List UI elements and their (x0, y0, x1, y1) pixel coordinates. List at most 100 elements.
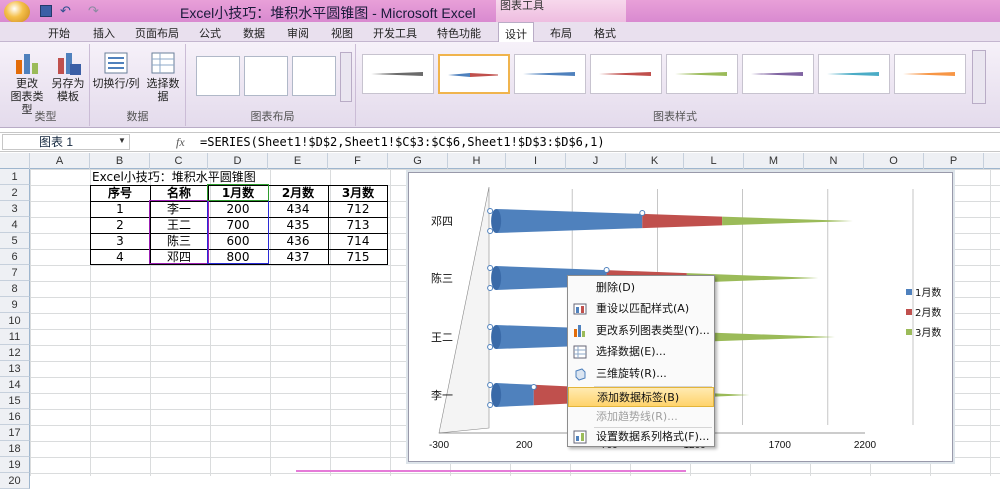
tab-formulas[interactable]: 公式 (198, 25, 222, 41)
table-cell[interactable]: 712 (328, 201, 388, 217)
column-header[interactable]: F (328, 153, 388, 169)
chart-style-8[interactable] (894, 54, 966, 94)
menu-item-change-series-chart-type[interactable]: 更改系列图表类型(Y)... (568, 321, 714, 341)
row-header[interactable]: 2 (0, 185, 30, 201)
menu-item-delete[interactable]: 删除(D) (568, 278, 714, 298)
switch-row-column-button[interactable]: 切换行/列 (92, 50, 140, 91)
table-cell[interactable]: 436 (268, 233, 328, 249)
tab-format[interactable]: 格式 (592, 25, 618, 41)
column-header[interactable]: K (626, 153, 684, 169)
column-header[interactable]: D (208, 153, 268, 169)
column-header[interactable]: N (804, 153, 864, 169)
row-header[interactable]: 7 (0, 265, 30, 281)
table-cell[interactable]: 435 (268, 217, 328, 233)
tab-special[interactable]: 特色功能 (436, 25, 482, 41)
formula-input[interactable]: =SERIES(Sheet1!$D$2,Sheet1!$C$3:$C$6,She… (200, 135, 605, 149)
tab-page-layout[interactable]: 页面布局 (134, 25, 180, 41)
column-header[interactable]: O (864, 153, 924, 169)
table-cell[interactable]: 3 (90, 233, 150, 249)
chart-style-2[interactable] (438, 54, 510, 94)
column-header[interactable]: I (506, 153, 566, 169)
row-header[interactable]: 20 (0, 473, 30, 489)
tab-insert[interactable]: 插入 (90, 25, 118, 41)
row-header[interactable]: 9 (0, 297, 30, 313)
column-header[interactable]: E (268, 153, 328, 169)
row-header[interactable]: 10 (0, 313, 30, 329)
select-data-button[interactable]: 选择数据 (142, 50, 184, 104)
row-header[interactable]: 18 (0, 441, 30, 457)
tab-data[interactable]: 数据 (242, 25, 266, 41)
row-header[interactable]: 3 (0, 201, 30, 217)
tab-design[interactable]: 设计 (498, 22, 534, 42)
tab-layout[interactable]: 布局 (548, 25, 574, 41)
change-chart-type-button[interactable]: 更改 图表类型 (6, 50, 48, 117)
table-header[interactable]: 2月数 (268, 185, 328, 201)
table-header[interactable]: 序号 (90, 185, 150, 201)
menu-item-add-data-labels[interactable]: 添加数据标签(B) (568, 387, 714, 407)
menu-item-select-data[interactable]: 选择数据(E)... (568, 342, 714, 362)
table-cell[interactable]: 714 (328, 233, 388, 249)
select-all-corner[interactable] (0, 153, 30, 169)
menu-item-3d-rotation[interactable]: 三维旋转(R)... (568, 364, 714, 384)
office-button[interactable] (4, 1, 30, 23)
sheet-title[interactable]: Excel小技巧：堆积水平圆锥图 (92, 169, 272, 185)
save-as-template-button[interactable]: 另存为 模板 (48, 50, 88, 104)
row-header[interactable]: 6 (0, 249, 30, 265)
row-header[interactable]: 13 (0, 361, 30, 377)
layout-gallery-scroll[interactable] (340, 52, 352, 102)
column-header[interactable]: J (566, 153, 626, 169)
menu-item-reset-style[interactable]: 重设以匹配样式(A) (568, 299, 714, 319)
column-header[interactable]: L (684, 153, 744, 169)
table-header[interactable]: 名称 (150, 185, 208, 201)
row-header[interactable]: 19 (0, 457, 30, 473)
name-box[interactable]: 图表 1 (2, 134, 130, 150)
chart-style-4[interactable] (590, 54, 662, 94)
tab-developer[interactable]: 开发工具 (372, 25, 418, 41)
column-header[interactable]: A (30, 153, 90, 169)
layout-option-1[interactable] (196, 56, 240, 96)
chart-style-6[interactable] (742, 54, 814, 94)
menu-item-format-data-series[interactable]: 设置数据系列格式(F)... (568, 427, 714, 447)
row-header[interactable]: 15 (0, 393, 30, 409)
chart-style-1[interactable] (362, 54, 434, 94)
row-header[interactable]: 12 (0, 345, 30, 361)
table-cell[interactable]: 437 (268, 249, 328, 265)
save-icon[interactable] (40, 5, 52, 17)
chart-style-7[interactable] (818, 54, 890, 94)
x-tick-label: 2200 (854, 440, 877, 451)
tab-review[interactable]: 审阅 (286, 25, 310, 41)
row-header[interactable]: 16 (0, 409, 30, 425)
table-cell[interactable]: 1 (90, 201, 150, 217)
tab-view[interactable]: 视图 (330, 25, 354, 41)
column-header[interactable]: G (388, 153, 448, 169)
row-header[interactable]: 11 (0, 329, 30, 345)
tab-home[interactable]: 开始 (42, 25, 76, 41)
undo-icon[interactable]: ↶ (60, 4, 74, 18)
row-header[interactable]: 4 (0, 217, 30, 233)
menu-item-add-trendline[interactable]: 添加趋势线(R)... (568, 407, 714, 427)
table-cell[interactable]: 713 (328, 217, 388, 233)
column-header[interactable]: H (448, 153, 506, 169)
table-header[interactable]: 3月数 (328, 185, 388, 201)
table-cell[interactable]: 4 (90, 249, 150, 265)
row-header[interactable]: 1 (0, 169, 30, 185)
row-header[interactable]: 14 (0, 377, 30, 393)
row-header[interactable]: 5 (0, 233, 30, 249)
function-wizard-icon[interactable]: fx (176, 135, 185, 150)
layout-option-2[interactable] (244, 56, 288, 96)
style-gallery-scroll[interactable] (972, 50, 986, 104)
table-cell[interactable]: 2 (90, 217, 150, 233)
column-header[interactable]: B (90, 153, 150, 169)
table-cell[interactable]: 434 (268, 201, 328, 217)
column-header[interactable]: C (150, 153, 208, 169)
layout-option-3[interactable] (292, 56, 336, 96)
column-header[interactable]: P (924, 153, 984, 169)
name-box-dropdown-icon[interactable]: ▼ (118, 136, 126, 145)
column-header[interactable]: M (744, 153, 804, 169)
chart-style-5[interactable] (666, 54, 738, 94)
redo-icon[interactable]: ↷ (88, 4, 102, 18)
chart-style-3[interactable] (514, 54, 586, 94)
row-header[interactable]: 8 (0, 281, 30, 297)
table-cell[interactable]: 715 (328, 249, 388, 265)
row-header[interactable]: 17 (0, 425, 30, 441)
